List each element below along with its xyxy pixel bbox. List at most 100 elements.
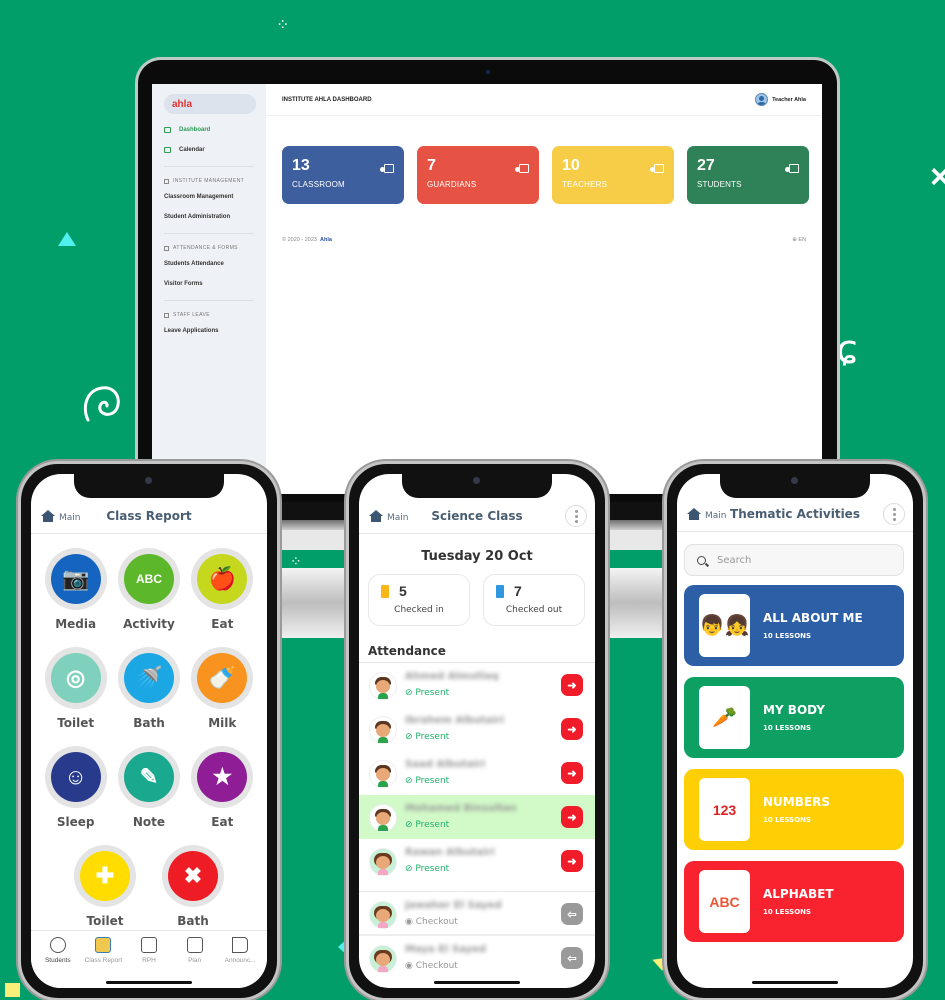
- theme-card-all-about-me[interactable]: 👦👧 ALL ABOUT ME 10 LESSONS: [684, 585, 904, 666]
- copyright: © 2020 - 2023 Ahla: [282, 237, 332, 243]
- laptop-frame: ahla Dashboard Calendar INSTITUTE MANAGE…: [135, 57, 840, 502]
- home-indicator: [752, 981, 838, 984]
- student-avatar: [369, 672, 397, 700]
- checked-in-card[interactable]: 5 Checked in: [368, 574, 470, 626]
- report-tile-toilet[interactable]: ◎ Toilet: [43, 647, 109, 730]
- clipboard-icon: [186, 937, 203, 953]
- sidebar-item-visitor-forms[interactable]: Visitor Forms: [152, 274, 266, 294]
- logo[interactable]: ahla: [164, 94, 256, 114]
- sign-out-icon: ➜: [567, 855, 577, 868]
- report-tile-activity[interactable]: ABC Activity: [116, 548, 182, 631]
- status-label: ◉ Checkout: [405, 917, 458, 927]
- attendance-row[interactable]: Ahmed Almutlaq ⊘ Present ➜: [359, 663, 595, 707]
- pencil-icon: ✎: [123, 752, 174, 802]
- student-name: Rawan Albutairi: [405, 847, 495, 858]
- divider: [164, 166, 254, 167]
- search-icon: [697, 555, 706, 565]
- more-options-icon[interactable]: [883, 503, 905, 525]
- bottom-tab-bar: Students Class Report RPH Plan Announc..…: [31, 930, 267, 988]
- header: Main Science Class: [359, 498, 595, 534]
- report-tile-media[interactable]: 📷 Media: [43, 548, 109, 631]
- leave-icon: [164, 312, 169, 318]
- attendance-row[interactable]: Saad Albutairi ⊘ Present ➜: [359, 751, 595, 795]
- attendance-list: Ahmed Almutlaq ⊘ Present ➜ Ibrahem Albutair…: [359, 662, 595, 979]
- search-input[interactable]: Search: [684, 544, 904, 576]
- camera: [486, 70, 490, 74]
- section-heading-institute: INSTITUTE MANAGEMENT: [152, 175, 266, 187]
- sidebar-item-leave-applications[interactable]: Leave Applications: [152, 321, 266, 341]
- report-tile-eat[interactable]: 🍎 Eat: [189, 548, 255, 631]
- brand-link[interactable]: Ahla: [320, 237, 332, 243]
- checkout-button[interactable]: ➜: [561, 806, 583, 828]
- report-tile-toilet[interactable]: ✚ Toilet: [72, 845, 138, 928]
- checkout-button[interactable]: ➜: [561, 762, 583, 784]
- attendance-row[interactable]: Maya El Sayed ◉ Checkout ⇦: [359, 935, 595, 979]
- report-tile-milk[interactable]: 🍼 Milk: [189, 647, 255, 730]
- theme-title: NUMBERS: [763, 795, 830, 809]
- sidebar-item-classroom-management[interactable]: Classroom Management: [152, 187, 266, 207]
- monitor-icon: [164, 127, 171, 133]
- stat-card-students[interactable]: 27 STUDENTS: [687, 146, 809, 204]
- checkin-button[interactable]: ⇦: [561, 903, 583, 925]
- checkin-button[interactable]: ⇦: [561, 947, 583, 969]
- theme-card-alphabet[interactable]: ABC ALPHABET 10 LESSONS: [684, 861, 904, 942]
- sign-out-icon: ➜: [567, 767, 577, 780]
- radio-dot-icon: ◉: [405, 961, 416, 971]
- teacher-board-icon: [380, 164, 394, 176]
- sidebar-item-students-attendance[interactable]: Students Attendance: [152, 254, 266, 274]
- abc-blocks-icon: ABC: [699, 870, 750, 933]
- divider: [164, 300, 254, 301]
- sidebar-item-student-administration[interactable]: Student Administration: [152, 207, 266, 227]
- sidebar-item-calendar[interactable]: Calendar: [152, 140, 266, 160]
- theme-card-my-body[interactable]: 🥕 MY BODY 10 LESSONS: [684, 677, 904, 758]
- attendance-row[interactable]: Mohamed Binsultan ⊘ Present ➜: [359, 795, 595, 839]
- attendance-row[interactable]: Ibrahem Albutairi ⊘ Present ➜: [359, 707, 595, 751]
- language-selector[interactable]: ⊕ EN: [792, 237, 806, 243]
- tile-ring: 🍎: [191, 548, 254, 610]
- sidebar-item-dashboard[interactable]: Dashboard: [152, 120, 266, 140]
- notch: [74, 474, 224, 498]
- stat-card-guardians[interactable]: 7 GUARDIANS: [417, 146, 539, 204]
- tile-label: Note: [132, 815, 166, 829]
- report-tile-bath[interactable]: ✖ Bath: [160, 845, 226, 928]
- check-circle-icon: ⊘: [405, 776, 416, 786]
- checkout-button[interactable]: ➜: [561, 718, 583, 740]
- tile-ring: 🍼: [191, 647, 254, 709]
- theme-card-numbers[interactable]: 123 NUMBERS 10 LESSONS: [684, 769, 904, 850]
- door-exit-icon: [496, 585, 504, 598]
- check-circle-icon: ⊘: [405, 820, 416, 830]
- tile-label: Milk: [208, 716, 237, 730]
- user-menu[interactable]: Teacher Ahla: [755, 93, 806, 106]
- tile-label: Bath: [177, 914, 209, 928]
- grid-row: ☺ Sleep ✎ Note ★ Eat: [31, 746, 267, 829]
- sparkle-decoration: ⁘: [290, 553, 302, 569]
- checked-out-card[interactable]: 7 Checked out: [483, 574, 585, 626]
- phone-attendance: Main Science Class Tuesday 20 Oct 5 Chec…: [346, 461, 608, 1000]
- stat-card-teachers[interactable]: 10 TEACHERS: [552, 146, 674, 204]
- tab-announcements[interactable]: Announc...: [217, 937, 263, 988]
- bandage-icon: ✖: [168, 851, 218, 901]
- page-title: INSTITUTE AHLA DASHBOARD: [282, 96, 372, 103]
- stat-card-classroom[interactable]: 13 CLASSROOM: [282, 146, 404, 204]
- section-heading-staff-leave: STAFF LEAVE: [152, 309, 266, 321]
- report-tile-note[interactable]: ✎ Note: [116, 746, 182, 829]
- checkout-button[interactable]: ➜: [561, 674, 583, 696]
- kids-icon: 👦👧: [699, 594, 750, 657]
- screen-title: Science Class: [431, 509, 523, 523]
- lesson-count: 10 LESSONS: [763, 816, 812, 824]
- first-aid-kit-icon: ✚: [80, 851, 130, 901]
- checkout-button[interactable]: ➜: [561, 850, 583, 872]
- more-options-icon[interactable]: [565, 505, 587, 527]
- tab-students[interactable]: Students: [35, 937, 81, 988]
- report-tile-sleep[interactable]: ☺ Sleep: [43, 746, 109, 829]
- attendance-row[interactable]: Jawaher El Sayed ◉ Checkout ⇦: [359, 891, 595, 935]
- sign-in-icon: ⇦: [567, 908, 577, 921]
- phone-class-report: Main Class Report 📷 Media ABC Activity 🍎 Eat ◎…: [18, 461, 280, 1000]
- attendance-row[interactable]: Rawan Albutairi ⊘ Present ➜: [359, 839, 595, 883]
- tile-ring: ABC: [117, 548, 180, 610]
- report-tile-bath[interactable]: 🚿 Bath: [116, 647, 182, 730]
- door-enter-icon: [381, 585, 389, 598]
- child-face-icon: [49, 937, 66, 953]
- baby-bottle-icon: 🍼: [197, 653, 248, 703]
- report-tile-eat[interactable]: ★ Eat: [189, 746, 255, 829]
